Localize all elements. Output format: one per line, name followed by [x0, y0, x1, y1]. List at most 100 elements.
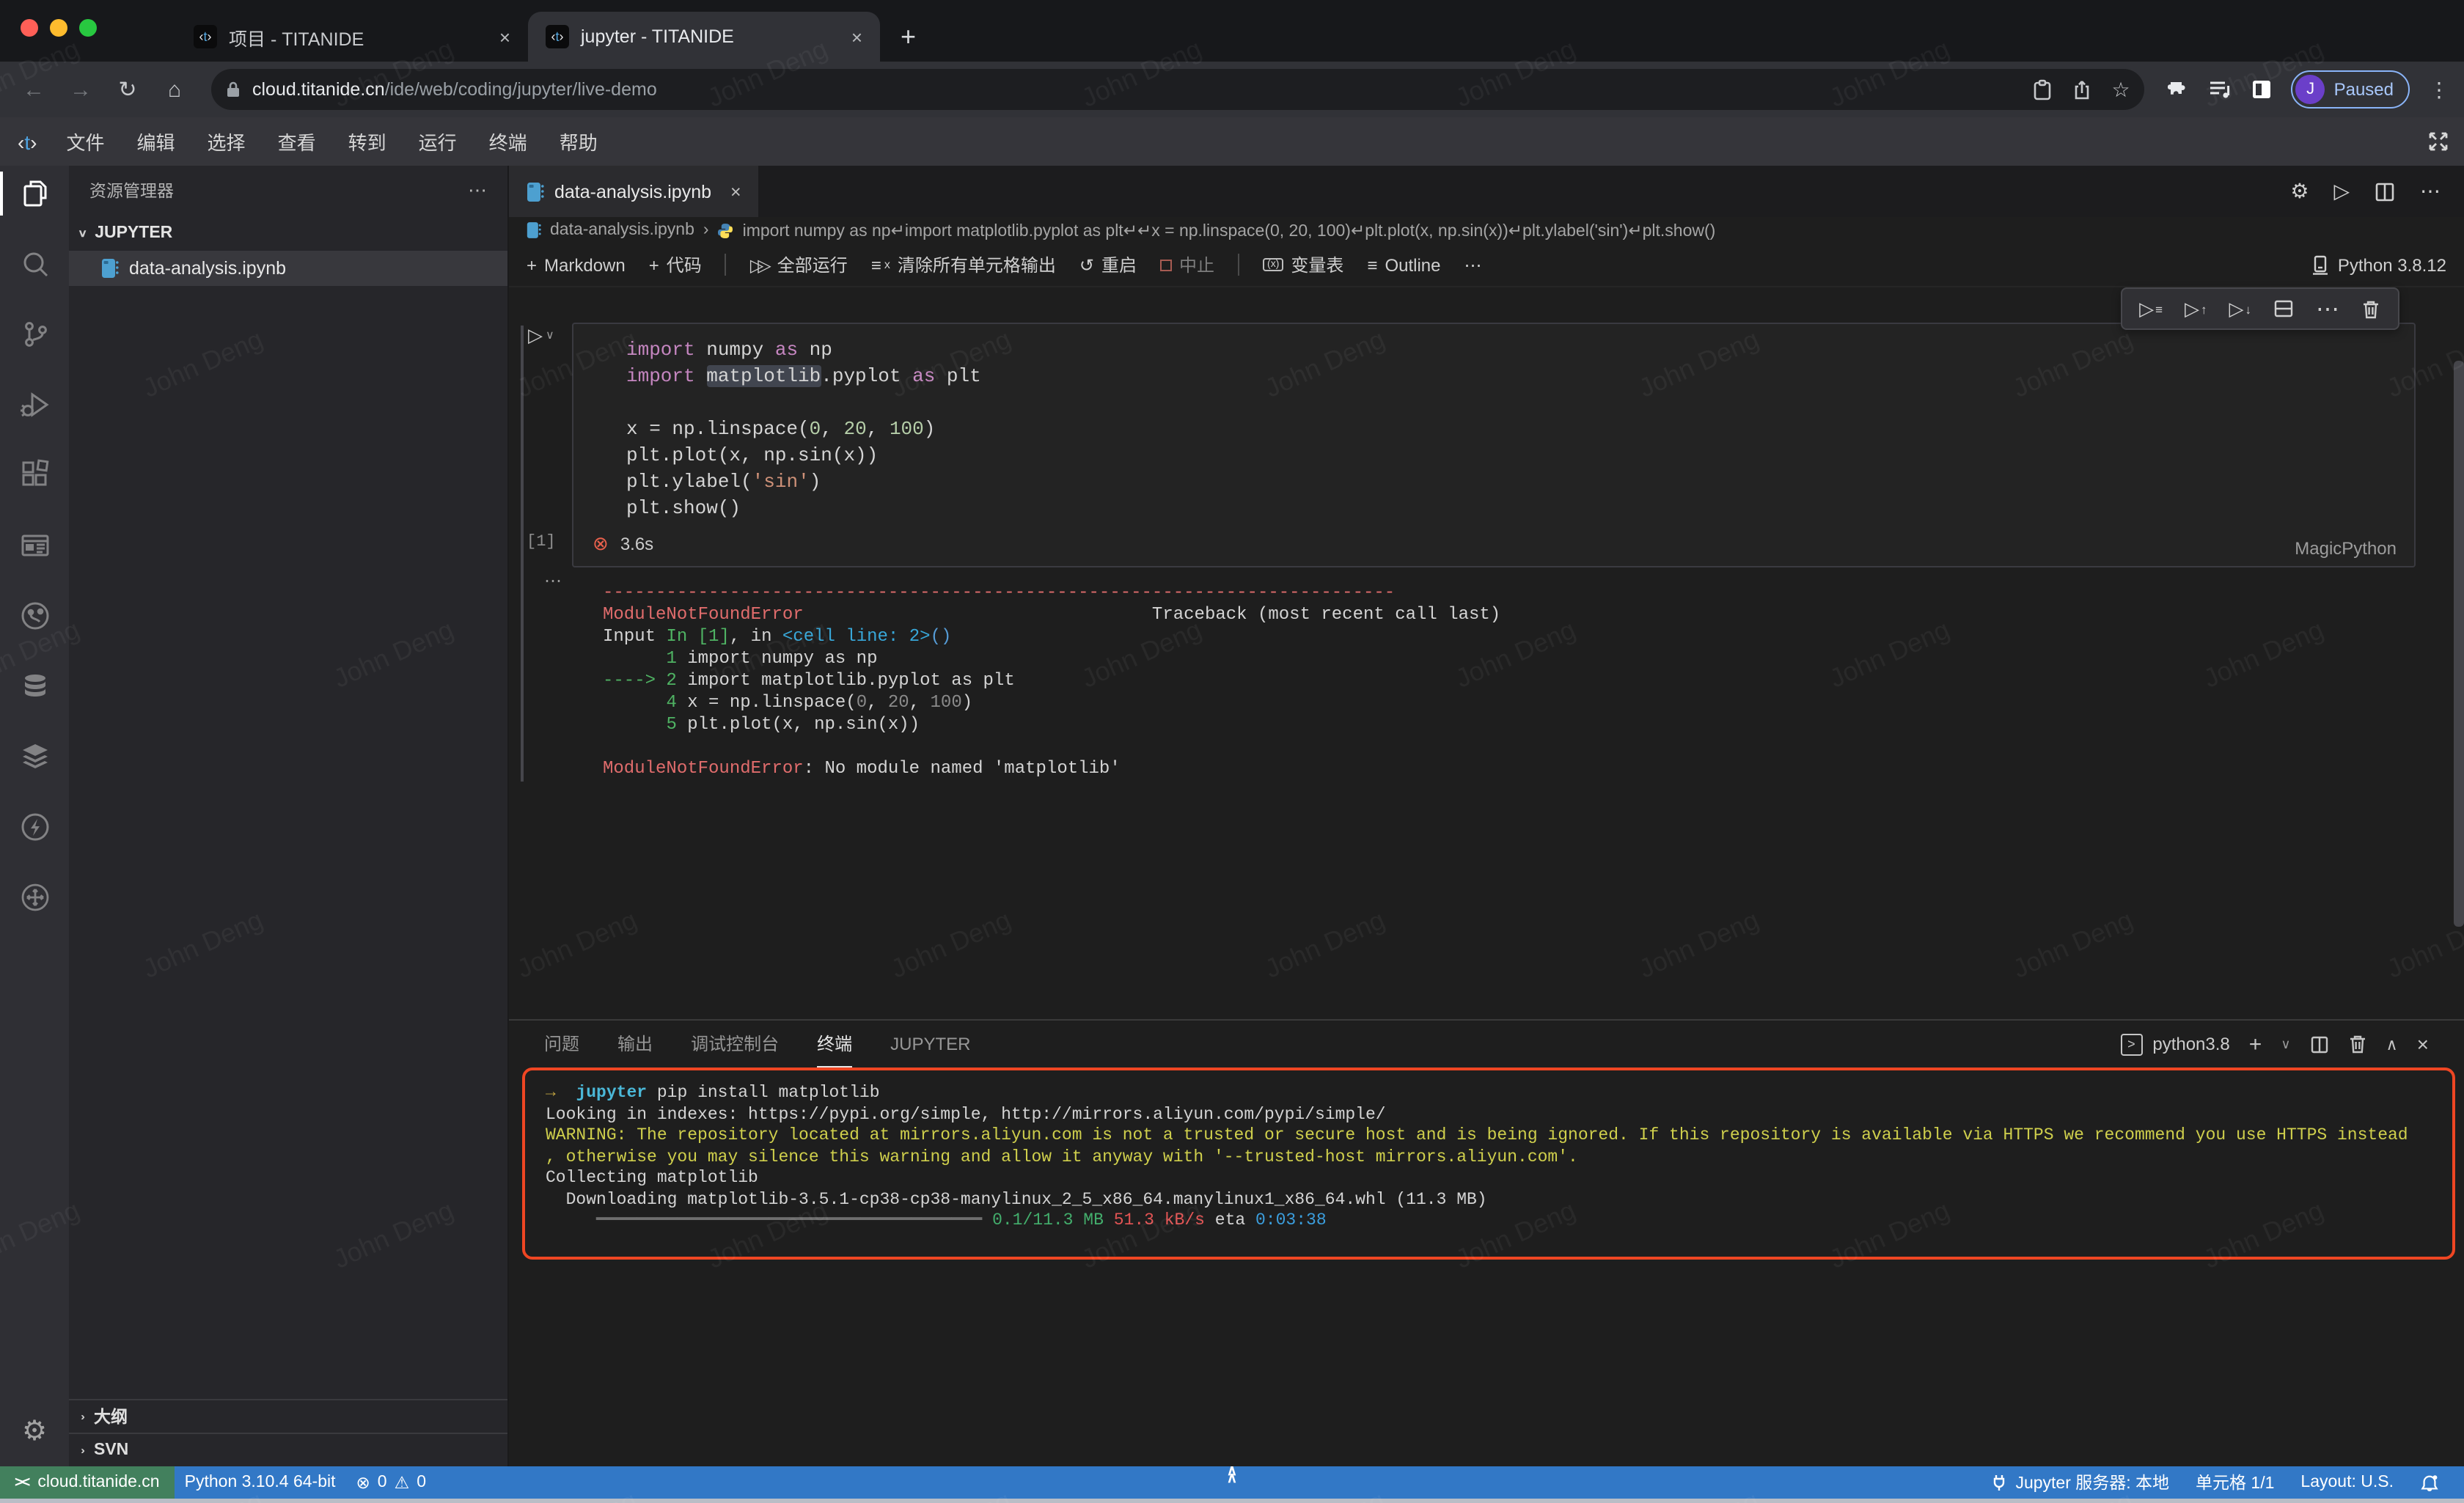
outline-section[interactable]: › 大纲 [69, 1399, 507, 1433]
browser-menu-icon[interactable]: ⋮ [2429, 77, 2449, 102]
cell-code-editor[interactable]: import numpy as npimport matplotlib.pypl… [573, 324, 2414, 525]
explorer-section-jupyter[interactable]: ∨ JUPYTER [69, 216, 507, 251]
menu-goto[interactable]: 转到 [334, 123, 401, 160]
menu-help[interactable]: 帮助 [545, 123, 612, 160]
run-debug-icon[interactable] [0, 389, 69, 421]
manage-gear-icon[interactable]: ⚙ [0, 1415, 69, 1449]
kill-terminal-icon[interactable] [2348, 1034, 2367, 1054]
svn-section[interactable]: › SVN [69, 1433, 507, 1466]
playlist-icon[interactable] [2210, 79, 2233, 100]
add-markdown-button[interactable]: +Markdown [527, 254, 626, 275]
code-cell[interactable]: import numpy as npimport matplotlib.pypl… [572, 323, 2416, 567]
share-icon[interactable] [2072, 78, 2091, 100]
maximize-panel-icon[interactable]: ∧ [2386, 1035, 2398, 1054]
database-icon[interactable] [0, 670, 69, 702]
add-code-button[interactable]: +代码 [649, 252, 702, 277]
window-controls[interactable] [21, 19, 97, 37]
toolbar-more-icon[interactable]: ⋯ [1464, 254, 1482, 275]
split-cell-icon[interactable] [2273, 299, 2294, 318]
close-tab-icon[interactable]: × [499, 26, 510, 48]
explorer-icon[interactable] [0, 177, 69, 210]
variables-button[interactable]: (x)变量表 [1263, 252, 1343, 277]
panel-tab-jupyter[interactable]: JUPYTER [890, 1021, 970, 1067]
interrupt-button[interactable]: 中止 [1160, 252, 1214, 277]
output-options-icon[interactable]: ⋯ [544, 570, 562, 591]
notebook-settings-gear-icon[interactable]: ⚙ [2290, 179, 2309, 204]
minimize-window-button[interactable] [50, 19, 67, 37]
extensions-icon[interactable] [0, 459, 69, 491]
browser-tab-jupyter[interactable]: ‹t› jupyter - TITANIDE × [528, 12, 880, 62]
zoom-window-button[interactable] [79, 19, 97, 37]
panel-tab-terminal[interactable]: 终端 [817, 1021, 852, 1067]
address-bar[interactable]: cloud.titanide.cn/ide/web/coding/jupyter… [211, 69, 2145, 110]
remote-indicator[interactable]: >< cloud.titanide.cn [0, 1466, 175, 1499]
search-icon[interactable] [0, 248, 69, 280]
menu-edit[interactable]: 编辑 [122, 123, 190, 160]
remote-targets-icon[interactable] [0, 881, 69, 914]
collapse-chevrons-icon[interactable]: ∧∧ [1227, 1466, 1238, 1485]
shell-label[interactable]: python3.8 [2152, 1034, 2229, 1054]
outline-button[interactable]: ≡Outline [1367, 254, 1440, 275]
menu-view[interactable]: 查看 [263, 123, 331, 160]
notifications-bell-icon[interactable] [2410, 1473, 2449, 1492]
home-icon[interactable]: ⌂ [155, 77, 194, 102]
clear-outputs-button[interactable]: ≡x清除所有单元格输出 [871, 252, 1056, 277]
url-text[interactable]: cloud.titanide.cn/ide/web/coding/jupyter… [252, 79, 2020, 100]
close-panel-icon[interactable]: × [2417, 1032, 2429, 1056]
panel-tab-debug-console[interactable]: 调试控制台 [691, 1021, 779, 1067]
live-preview-icon[interactable] [0, 529, 69, 562]
layers-icon[interactable] [0, 741, 69, 773]
reload-icon[interactable]: ↻ [109, 76, 147, 103]
python-interpreter[interactable]: Python 3.10.4 64-bit [175, 1474, 346, 1491]
source-control-icon[interactable] [0, 318, 69, 350]
problems-status[interactable]: ⊗ 0 ⚠ 0 [346, 1472, 437, 1493]
profile-badge[interactable]: J Paused [2292, 70, 2410, 109]
split-editor-icon[interactable] [2375, 181, 2395, 202]
panel-tab-problems[interactable]: 问题 [544, 1021, 579, 1067]
close-tab-icon[interactable]: × [730, 181, 741, 202]
side-panel-icon[interactable] [2252, 79, 2273, 100]
terminal-output[interactable]: → jupyter pip install matplotlibLooking … [546, 1084, 2435, 1232]
clipboard-icon[interactable] [2032, 78, 2051, 100]
cell-more-icon[interactable]: ⋯ [2316, 294, 2339, 323]
cell-position[interactable]: 单元格 1/1 [2185, 1471, 2284, 1494]
cell-language[interactable]: MagicPython [2295, 538, 2397, 559]
lightning-icon[interactable] [0, 811, 69, 843]
fullscreen-icon[interactable] [2427, 131, 2449, 152]
breadcrumb-file[interactable]: data-analysis.ipynb [550, 221, 694, 239]
close-tab-icon[interactable]: × [851, 26, 862, 48]
bookmark-star-icon[interactable]: ☆ [2111, 77, 2130, 102]
menu-file[interactable]: 文件 [51, 123, 119, 160]
run-notebook-icon[interactable]: ▷ [2333, 179, 2350, 204]
kernel-picker[interactable]: Python 3.8.12 [2311, 254, 2446, 275]
keyboard-layout[interactable]: Layout: U.S. [2290, 1474, 2404, 1491]
run-cell-button[interactable]: ▷ ∨ [528, 324, 554, 348]
run-cells-above-icon[interactable]: ▷↑ [2185, 297, 2207, 320]
close-window-button[interactable] [21, 19, 38, 37]
restart-kernel-button[interactable]: ↺重启 [1079, 252, 1137, 277]
breadcrumb[interactable]: data-analysis.ipynb › import numpy as np… [509, 217, 2464, 243]
terminal-dropdown-icon[interactable]: ∨ [2281, 1036, 2290, 1052]
new-tab-button[interactable]: + [901, 22, 916, 62]
file-item-notebook[interactable]: data-analysis.ipynb [69, 251, 507, 286]
back-icon[interactable]: ← [15, 77, 53, 102]
menu-terminal[interactable]: 终端 [474, 123, 542, 160]
explorer-more-icon[interactable]: ⋯ [468, 179, 487, 202]
forward-icon[interactable]: → [62, 77, 100, 102]
execute-above-icon[interactable]: ▷≡ [2139, 297, 2163, 320]
menu-selection[interactable]: 选择 [193, 123, 260, 160]
breadcrumb-code-summary[interactable]: import numpy as np↵import matplotlib.pyp… [743, 220, 1716, 240]
new-terminal-icon[interactable]: + [2249, 1032, 2262, 1056]
extensions-puzzle-icon[interactable] [2168, 78, 2190, 100]
run-cells-below-icon[interactable]: ▷↓ [2229, 297, 2252, 320]
split-terminal-icon[interactable] [2310, 1035, 2329, 1054]
jupyter-server-status[interactable]: Jupyter 服务器: 本地 [1980, 1471, 2179, 1494]
editor-more-icon[interactable]: ⋯ [2420, 179, 2441, 204]
delete-cell-icon[interactable] [2361, 298, 2380, 319]
editor-tab-notebook[interactable]: data-analysis.ipynb × [509, 166, 759, 217]
panel-tab-output[interactable]: 输出 [617, 1021, 653, 1067]
editor-scrollbar[interactable] [2454, 361, 2464, 927]
menu-run[interactable]: 运行 [404, 123, 472, 160]
browser-tab-project[interactable]: ‹t› 项目 - TITANIDE × [176, 12, 528, 62]
run-all-button[interactable]: ▷▷全部运行 [750, 252, 848, 277]
